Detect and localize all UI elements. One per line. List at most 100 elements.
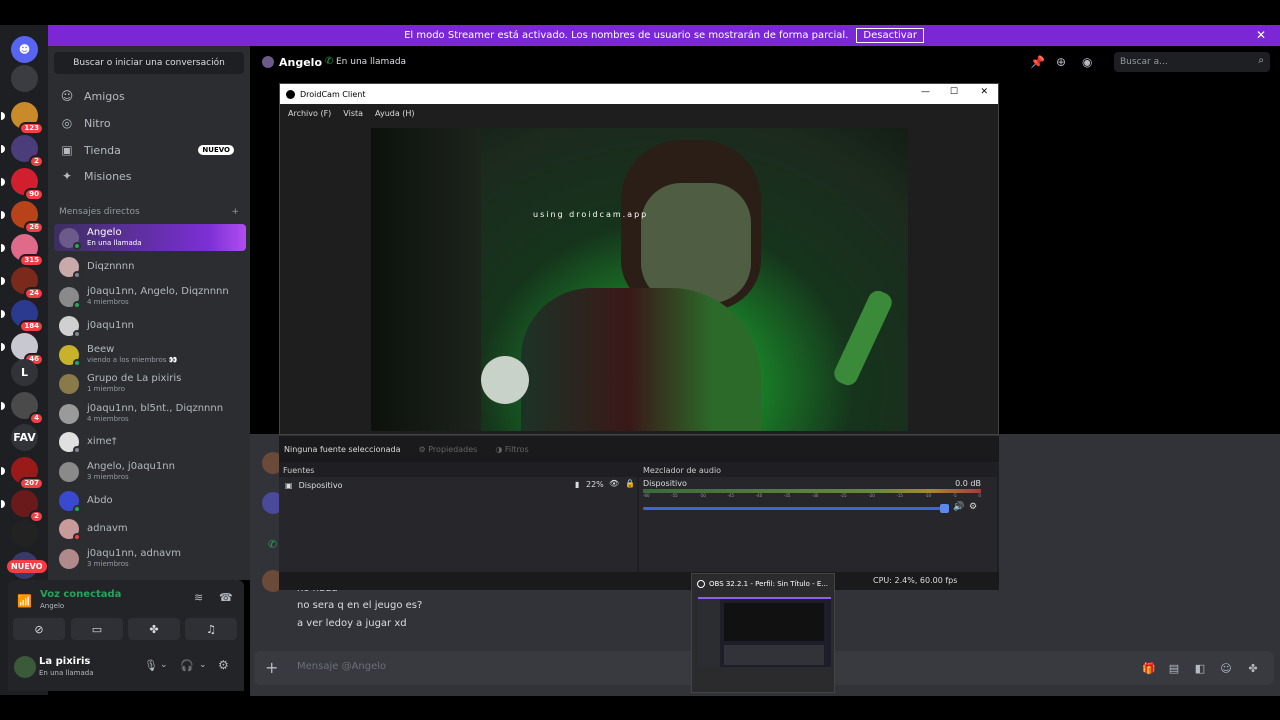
server-icon[interactable]: 4 — [1, 392, 44, 425]
mention-badge: 90 — [24, 188, 44, 201]
window-title: DroidCam Client — [300, 89, 366, 99]
person-hand-shape — [830, 287, 896, 389]
emoji-icon[interactable]: ☺ — [1220, 663, 1232, 675]
filters-button[interactable]: ◑ Filtros — [495, 445, 528, 454]
create-dm-button[interactable]: + — [231, 207, 239, 217]
status-dot — [73, 445, 81, 454]
minimize-icon[interactable]: — — [921, 87, 930, 97]
filter-icon: ◑ — [495, 444, 503, 454]
dm-text: Angelo En una llamada — [87, 227, 142, 249]
server-icon[interactable]: 26 — [1, 201, 44, 234]
voice-channel: Angelo — [40, 602, 65, 610]
avatar — [262, 56, 274, 68]
close-icon[interactable]: ✕ — [1256, 28, 1266, 42]
chevron-down-icon[interactable]: ⌄ — [160, 660, 168, 670]
lock-icon[interactable]: 🔒 — [625, 479, 635, 488]
disconnect-icon[interactable]: ☎ — [219, 591, 233, 604]
server-icon[interactable]: 207 — [1, 457, 44, 490]
activities-button[interactable]: ✤ — [128, 618, 180, 640]
server-icon[interactable] — [11, 65, 38, 92]
pin-icon[interactable]: 📌 — [1030, 55, 1045, 69]
dm-item[interactable]: xime† — [54, 428, 246, 455]
noise-suppression-icon[interactable]: ≋ — [194, 591, 203, 604]
avatar[interactable] — [14, 656, 36, 678]
server-icon[interactable]: 123 — [1, 102, 44, 135]
server-icon[interactable]: L — [11, 359, 38, 386]
disable-streamer-button[interactable]: Desactivar — [856, 28, 924, 43]
person-face-shape — [641, 183, 751, 303]
add-friend-icon[interactable]: ⊕ — [1056, 55, 1066, 69]
gif-icon[interactable]: ▤ — [1168, 663, 1180, 675]
gift-icon[interactable]: 🎁 — [1142, 663, 1156, 675]
dm-item[interactable]: adnavm — [54, 515, 246, 542]
find-conversation-button[interactable]: Buscar o iniciar una conversación — [54, 52, 244, 74]
dm-item[interactable]: Angelo, j0aqu1nn 3 miembros — [54, 458, 246, 485]
server-icon[interactable]: 315 — [1, 234, 44, 267]
screenshare-button[interactable]: ▭ — [71, 618, 123, 640]
dm-item[interactable]: j0aqu1nn, adnavm 3 miembros — [54, 545, 246, 572]
dm-item[interactable]: Grupo de La pixiris 1 miembro — [54, 370, 246, 397]
server-icon[interactable]: 24 — [1, 267, 44, 300]
sticker-icon[interactable]: ◧ — [1194, 663, 1206, 675]
dm-name: j0aqu1nn, Angelo, Diqznnnn — [87, 285, 229, 297]
server-icon[interactable]: FAV — [11, 424, 38, 451]
nav-shop[interactable]: ▣ Tienda NUEVO — [56, 138, 242, 162]
properties-button[interactable]: ⚙ Propiedades — [419, 445, 478, 454]
dm-subtitle: 4 miembros — [87, 297, 129, 306]
server-icon[interactable]: 46 — [1, 333, 44, 366]
obs-window: Ninguna fuente seleccionada ⚙ Propiedade… — [279, 435, 999, 590]
thumbnail-title: OBS 32.2.1 - Perfil: Sin Título - E... — [692, 574, 834, 593]
server-icon[interactable]: 184 — [1, 300, 44, 333]
dm-item[interactable]: Abdo — [54, 487, 246, 514]
call-status: En una llamada — [336, 57, 407, 67]
profile-icon[interactable]: ◉ — [1082, 55, 1092, 69]
search-input[interactable]: Buscar a... ⌕ — [1114, 52, 1270, 72]
mention-badge: 315 — [19, 254, 44, 267]
server-icon[interactable]: 2 — [1, 490, 44, 523]
menu-file[interactable]: Archivo (F) — [288, 109, 331, 118]
chevron-down-icon[interactable]: ⌄ — [199, 660, 207, 670]
banner-text: El modo Streamer está activado. Los nomb… — [404, 30, 849, 41]
menu-view[interactable]: Vista — [343, 109, 363, 118]
menu-help[interactable]: Ayuda (H) — [375, 109, 415, 118]
headphones-icon[interactable]: 🎧 — [180, 659, 194, 672]
dm-item[interactable]: j0aqu1nn, bl5nt., Diqznnnn 4 miembros — [54, 400, 246, 427]
avatar — [59, 403, 79, 424]
new-badge: NUEVO — [7, 560, 47, 573]
avatar — [59, 286, 81, 309]
meter-tick-label: -45 — [727, 493, 735, 498]
source-row[interactable]: ▣ Dispositivo ▮ 22% 👁 🔒 — [279, 477, 637, 493]
gear-icon[interactable]: ⚙ — [218, 658, 229, 672]
server-icon[interactable]: 90 — [1, 168, 44, 201]
camera-feed: using droidcam.app — [371, 128, 908, 431]
server-icon[interactable] — [11, 520, 38, 547]
channel-header: Angelo ✆ En una llamada 📌 ⊕ ◉ Buscar a..… — [250, 46, 1280, 80]
maximize-icon[interactable]: ☐ — [950, 87, 958, 97]
nav-nitro[interactable]: ◎ Nitro — [56, 111, 242, 135]
eye-icon[interactable]: 👁 — [609, 479, 619, 488]
server-icon[interactable]: ☻ — [11, 36, 38, 63]
dm-item[interactable]: Beew viendo a los miembros 👀 — [54, 341, 246, 368]
nav-friends[interactable]: ☺ Amigos — [56, 84, 242, 108]
server-icon[interactable]: 2 — [1, 135, 44, 168]
volume-slider[interactable] — [643, 504, 949, 513]
nav-quests[interactable]: ✦ Misiones — [56, 164, 242, 188]
speaker-icon[interactable]: 🔊 — [953, 502, 964, 512]
dm-header: Mensajes directos + — [59, 207, 239, 217]
mention-badge: 184 — [19, 320, 44, 333]
taskbar-thumbnail[interactable]: OBS 32.2.1 - Perfil: Sin Título - E... — [691, 573, 835, 693]
server-label: FAV — [13, 431, 36, 444]
add-attachment-icon[interactable]: + — [265, 658, 278, 677]
gear-icon[interactable]: ⚙ — [969, 502, 977, 512]
soundboard-button[interactable]: ♫ — [185, 618, 237, 640]
dm-item[interactable]: Angelo En una llamada — [54, 224, 246, 251]
dm-item[interactable]: Diqznnnn — [54, 253, 246, 280]
dm-item[interactable]: j0aqu1nn, Angelo, Diqznnnn 4 miembros — [54, 283, 246, 310]
apps-icon[interactable]: ✤ — [1247, 663, 1259, 675]
dm-item[interactable]: j0aqu1nn — [54, 312, 246, 339]
dm-name: Beew — [87, 343, 115, 355]
close-icon[interactable]: ✕ — [980, 87, 988, 97]
microphone-icon[interactable]: 🎙 — [144, 659, 158, 672]
volume-knob[interactable] — [940, 504, 949, 513]
camera-button[interactable]: ⊘ — [13, 618, 65, 640]
